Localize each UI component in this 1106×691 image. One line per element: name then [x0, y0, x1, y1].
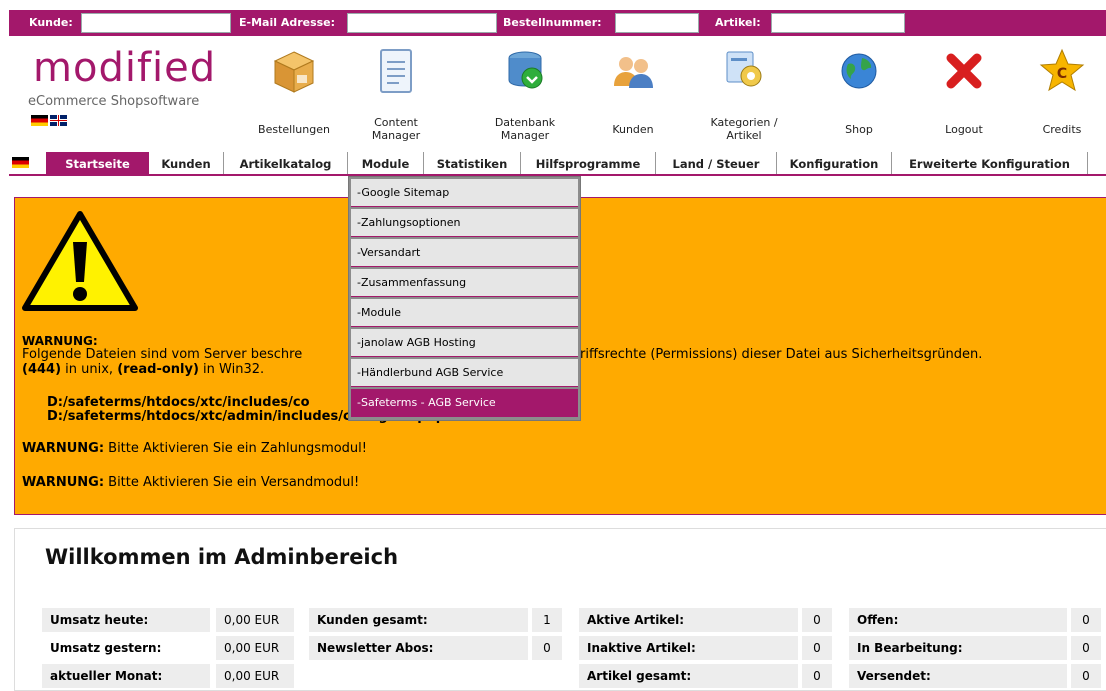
nav-artikelkatalog[interactable]: Artikelkatalog	[224, 152, 348, 174]
logout-label: Logout	[945, 123, 983, 136]
credits-star-icon: C	[1039, 48, 1085, 92]
stat-value: 0,00 EUR	[216, 636, 294, 660]
stat-label: Versendet:	[849, 664, 1067, 688]
stat-value: 0	[1071, 608, 1101, 632]
nav-module[interactable]: Module	[348, 152, 424, 174]
article-label: Artikel:	[715, 16, 761, 29]
menu-item-google-sitemap[interactable]: -Google Sitemap	[351, 179, 578, 207]
menu-item-zahlungsoptionen[interactable]: -Zahlungsoptionen	[351, 209, 578, 237]
nav-kunden[interactable]: Kunden	[149, 152, 224, 174]
stat-label: Umsatz gestern:	[42, 636, 210, 660]
stat-value: 0,00 EUR	[216, 608, 294, 632]
database-manager-label: Datenbank Manager	[494, 116, 556, 142]
warning-permissions-text: Folgende Dateien sind vom Server beschre…	[22, 347, 983, 362]
email-search-input[interactable]	[347, 13, 497, 33]
database-manager-button[interactable]: Datenbank Manager	[480, 36, 570, 146]
menu-item-versandart[interactable]: -Versandart	[351, 239, 578, 267]
logo[interactable]: modified	[33, 46, 216, 90]
customer-label: Kunde:	[29, 16, 73, 29]
module-dropdown-menu: -Google Sitemap -Zahlungsoptionen -Versa…	[348, 176, 581, 421]
warning-permissions-detail: (444) in unix, (read-only) in Win32.	[22, 362, 265, 377]
main-nav: Startseite Kunden Artikelkatalog Module …	[9, 152, 1106, 176]
english-flag-icon[interactable]	[50, 115, 67, 126]
header: modified eCommerce Shopsoftware Bestellu…	[9, 36, 1106, 146]
stat-value: 1	[532, 608, 562, 632]
order-number-input[interactable]	[615, 13, 699, 33]
warning-title: WARNUNG:	[22, 334, 98, 348]
nav-erweiterte-konfiguration[interactable]: Erweiterte Konfiguration	[892, 152, 1088, 174]
stat-label: Kunden gesamt:	[309, 608, 528, 632]
orders-button[interactable]: Bestellungen	[244, 36, 344, 146]
logout-button[interactable]: Logout	[924, 36, 1004, 146]
categories-articles-button[interactable]: Kategorien / Artikel	[699, 36, 789, 146]
customers-button[interactable]: Kunden	[593, 36, 673, 146]
stat-label: Newsletter Abos:	[309, 636, 528, 660]
document-icon	[380, 49, 412, 93]
welcome-panel: Willkommen im Adminbereich Umsatz heute:…	[14, 528, 1106, 691]
stat-label: Artikel gesamt:	[579, 664, 798, 688]
stat-value: 0	[1071, 636, 1101, 660]
customer-search-input[interactable]	[81, 13, 231, 33]
orders-label: Bestellungen	[258, 123, 330, 136]
email-label: E-Mail Adresse:	[239, 16, 336, 29]
stat-value: 0	[1071, 664, 1101, 688]
warning-shipping-module: WARNUNG: Bitte Aktivieren Sie ein Versan…	[22, 475, 360, 490]
stat-value: 0	[532, 636, 562, 660]
category-icon	[726, 51, 762, 87]
stat-label: In Bearbeitung:	[849, 636, 1067, 660]
logo-tagline: eCommerce Shopsoftware	[28, 94, 200, 109]
svg-text:C: C	[1057, 66, 1067, 82]
search-bar: Kunde: E-Mail Adresse: Bestellnummer: Ar…	[9, 10, 1106, 36]
stat-label: aktueller Monat:	[42, 664, 210, 688]
warning-file-path: D:/safeterms/htdocs/xtc/includes/co	[47, 395, 310, 410]
menu-item-janolaw[interactable]: -janolaw AGB Hosting	[351, 329, 578, 357]
page-title: Willkommen im Adminbereich	[45, 545, 399, 569]
stat-value: 0,00 EUR	[216, 664, 294, 688]
globe-icon	[841, 53, 877, 89]
nav-hilfsprogramme[interactable]: Hilfsprogramme	[521, 152, 656, 174]
menu-item-haendlerbund[interactable]: -Händlerbund AGB Service	[351, 359, 578, 387]
shop-button[interactable]: Shop	[819, 36, 899, 146]
credits-label: Credits	[1042, 123, 1082, 136]
categories-articles-label: Kategorien / Artikel	[710, 116, 778, 142]
nav-statistiken[interactable]: Statistiken	[424, 152, 521, 174]
menu-item-module[interactable]: -Module	[351, 299, 578, 327]
stat-value: 0	[802, 664, 832, 688]
content-manager-button[interactable]: Content Manager	[351, 36, 441, 146]
nav-land-steuer[interactable]: Land / Steuer	[656, 152, 777, 174]
content-manager-label: Content Manager	[371, 116, 421, 142]
stat-value: 0	[802, 636, 832, 660]
warning-triangle-icon	[22, 211, 138, 311]
stat-label: Offen:	[849, 608, 1067, 632]
shop-label: Shop	[845, 123, 873, 136]
stat-value: 0	[802, 608, 832, 632]
package-icon	[273, 51, 315, 93]
stat-label: Aktive Artikel:	[579, 608, 798, 632]
german-flag-icon[interactable]	[31, 115, 48, 126]
warning-payment-module: WARNUNG: Bitte Aktivieren Sie ein Zahlun…	[22, 441, 367, 456]
article-search-input[interactable]	[771, 13, 905, 33]
menu-item-safeterms[interactable]: -Safeterms - AGB Service	[351, 389, 578, 417]
credits-button[interactable]: C Credits	[1022, 36, 1102, 146]
language-flag-icon[interactable]	[12, 157, 29, 168]
logout-x-icon	[946, 53, 982, 89]
nav-konfiguration[interactable]: Konfiguration	[777, 152, 892, 174]
customers-label: Kunden	[612, 123, 654, 136]
stat-label: Inaktive Artikel:	[579, 636, 798, 660]
nav-startseite[interactable]: Startseite	[46, 152, 149, 174]
order-number-label: Bestellnummer:	[503, 16, 602, 29]
database-icon	[508, 51, 543, 89]
stat-label: Umsatz heute:	[42, 608, 210, 632]
menu-item-zusammenfassung[interactable]: -Zusammenfassung	[351, 269, 578, 297]
users-icon	[614, 57, 653, 88]
